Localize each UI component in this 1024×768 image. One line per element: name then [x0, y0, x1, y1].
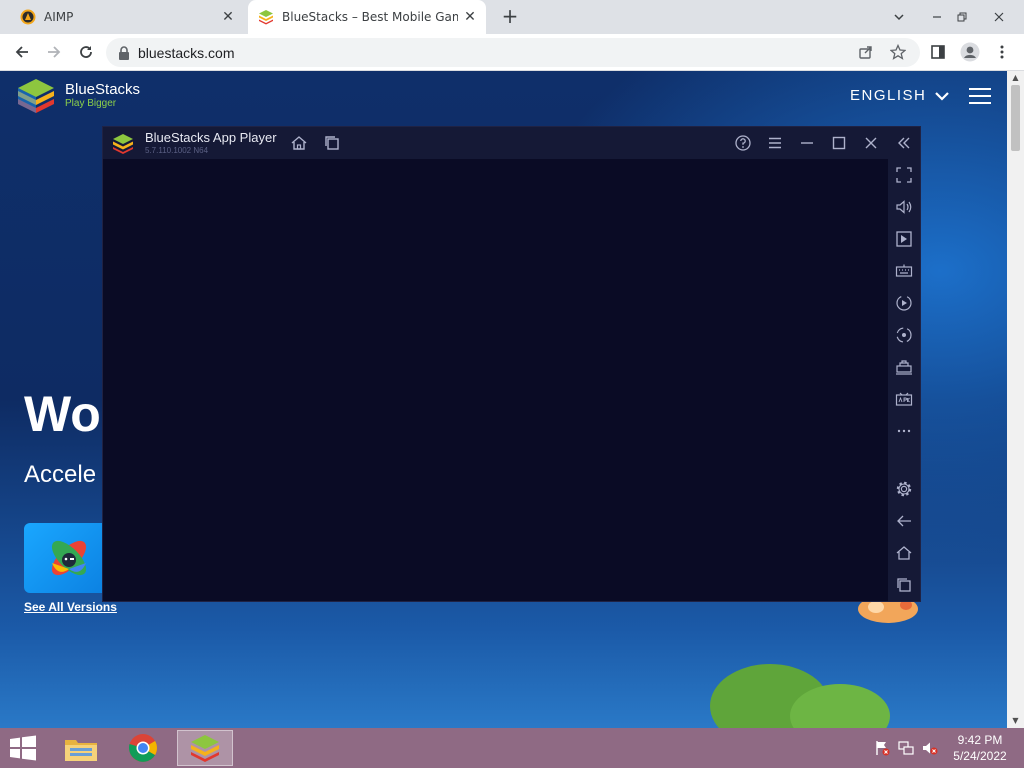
arrow-left-icon	[15, 46, 28, 58]
bluestacks-app-player-window: BlueStacks App Player 5.7.110.1002 N64	[103, 127, 920, 601]
bluestacks-logo-icon[interactable]	[16, 77, 56, 115]
back-icon[interactable]	[895, 512, 913, 530]
bluestacks-logo-icon	[113, 134, 133, 154]
google-play-games-icon	[51, 540, 87, 576]
browser-toolbar: bluestacks.com	[0, 34, 1024, 71]
scroll-down-icon[interactable]: ▼	[1007, 714, 1024, 728]
home-icon[interactable]	[290, 134, 308, 152]
chrome-taskbar-button[interactable]	[115, 730, 171, 766]
decorative-bush-illustration	[710, 664, 890, 728]
bluestacks-logo-icon	[191, 735, 219, 762]
page-scrollbar[interactable]: ▲ ▼	[1007, 71, 1024, 728]
home-icon[interactable]	[895, 544, 913, 562]
multi-instance-icon[interactable]	[895, 358, 913, 376]
url-text: bluestacks.com	[138, 44, 235, 61]
forward-button[interactable]	[40, 38, 68, 66]
reload-icon	[80, 46, 92, 58]
rotate-icon[interactable]	[895, 326, 913, 344]
reload-button[interactable]	[72, 38, 100, 66]
chevron-down-icon	[935, 91, 950, 101]
hamburger-menu-icon[interactable]	[969, 86, 991, 106]
recent-apps-icon[interactable]	[895, 576, 913, 594]
brand-name: BlueStacks	[65, 81, 141, 98]
android-screen[interactable]	[103, 159, 888, 601]
volume-icon[interactable]	[895, 198, 913, 216]
hero-title: Wo	[24, 386, 101, 442]
windows-taskbar: 9:42 PM 5/24/2022	[0, 728, 1024, 768]
language-label: ENGLISH	[850, 87, 927, 104]
macro-record-icon[interactable]	[895, 294, 913, 312]
share-icon[interactable]	[852, 38, 880, 66]
bluestacks-taskbar-button[interactable]	[177, 730, 233, 766]
tab-search-chevron-icon[interactable]	[882, 0, 916, 34]
browser-menu-icon[interactable]	[988, 38, 1016, 66]
arrow-right-icon	[48, 46, 61, 58]
address-bar[interactable]: bluestacks.com	[106, 38, 920, 67]
scroll-up-icon[interactable]: ▲	[1007, 71, 1024, 85]
side-panel-icon[interactable]	[924, 38, 952, 66]
restore-icon[interactable]	[945, 0, 979, 34]
brand-tagline: Play Bigger	[65, 98, 117, 109]
tab-close-icon[interactable]: ✕	[216, 9, 240, 25]
apk-install-icon[interactable]	[895, 390, 913, 408]
tab-aimp[interactable]: AIMP ✕	[8, 0, 244, 34]
player-title: BlueStacks App Player	[145, 130, 277, 145]
back-button[interactable]	[8, 38, 36, 66]
download-app-card[interactable]	[24, 523, 114, 593]
player-version: 5.7.110.1002 N64	[145, 146, 209, 155]
fullscreen-icon[interactable]	[895, 166, 913, 184]
bookmark-star-icon[interactable]	[884, 38, 912, 66]
aimp-favicon-icon	[20, 9, 36, 25]
screenshot-icon[interactable]	[895, 230, 913, 248]
keyboard-icon[interactable]	[895, 262, 913, 280]
profile-avatar-icon[interactable]	[956, 38, 984, 66]
tab-close-icon[interactable]: ✕	[458, 9, 482, 25]
player-title-bar[interactable]: BlueStacks App Player 5.7.110.1002 N64	[103, 127, 920, 159]
bluestacks-favicon-icon	[259, 10, 273, 25]
browser-tab-strip: AIMP ✕ BlueStacks – Best Mobile Gaming P…	[0, 0, 1024, 34]
multi-window-icon[interactable]	[323, 134, 341, 152]
see-all-versions-link[interactable]: See All Versions	[24, 600, 117, 614]
close-icon[interactable]	[862, 134, 880, 152]
system-clock[interactable]: 9:42 PM 5/24/2022	[940, 732, 1020, 764]
folder-icon	[65, 740, 97, 761]
scroll-thumb[interactable]	[1011, 85, 1020, 151]
lock-icon	[119, 45, 129, 60]
more-icon[interactable]	[895, 422, 913, 440]
help-icon[interactable]	[734, 134, 752, 152]
clock-time: 9:42 PM	[957, 733, 1003, 747]
file-explorer-taskbar-button[interactable]	[53, 730, 109, 766]
collapse-sidebar-icon[interactable]	[895, 134, 913, 152]
menu-icon[interactable]	[766, 134, 784, 152]
minimize-icon[interactable]	[798, 134, 816, 152]
tab-title: AIMP	[44, 10, 74, 24]
language-selector[interactable]: ENGLISH	[850, 87, 950, 104]
volume-muted-icon[interactable]	[922, 740, 938, 756]
maximize-icon[interactable]	[830, 134, 848, 152]
tab-title: BlueStacks – Best Mobile Gaming Platform	[282, 10, 458, 24]
network-icon[interactable]	[898, 740, 914, 756]
player-sidebar	[888, 159, 920, 601]
chrome-icon	[128, 734, 157, 762]
tab-bluestacks[interactable]: BlueStacks – Best Mobile Gaming Platform…	[248, 0, 486, 34]
clock-date: 5/24/2022	[953, 749, 1007, 763]
windows-start-icon[interactable]	[8, 734, 38, 762]
action-center-flag-icon[interactable]	[874, 740, 890, 756]
new-tab-button[interactable]: +	[498, 5, 522, 29]
close-window-icon[interactable]	[982, 0, 1016, 34]
hero-subtitle: Accele	[24, 461, 97, 488]
settings-icon[interactable]	[895, 480, 913, 498]
